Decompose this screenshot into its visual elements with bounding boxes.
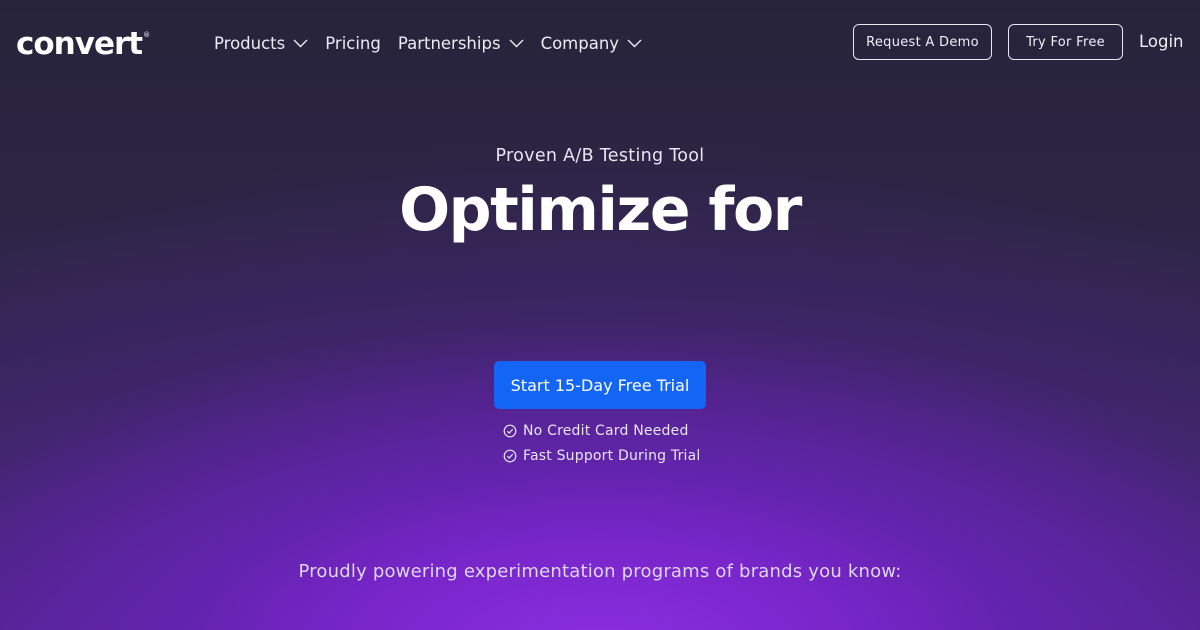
- chevron-down-icon: [627, 39, 642, 47]
- hero-headline: Optimize for: [399, 175, 802, 245]
- nav-pricing[interactable]: Pricing: [325, 34, 381, 53]
- nav-pricing-label: Pricing: [325, 33, 381, 53]
- main-menu: Products Pricing Partnerships Company: [214, 31, 659, 55]
- start-free-trial-button[interactable]: Start 15-Day Free Trial: [494, 361, 706, 409]
- nav-company-label: Company: [540, 33, 620, 53]
- perk-label: Fast Support During Trial: [523, 447, 701, 464]
- brands-tagline: Proudly powering experimentation program…: [298, 561, 902, 582]
- request-demo-button[interactable]: Request A Demo: [853, 24, 992, 60]
- check-circle-icon: [503, 449, 517, 462]
- registered-mark: ®: [143, 31, 151, 39]
- nav-company[interactable]: Company: [541, 34, 643, 53]
- chevron-down-icon: [509, 39, 524, 47]
- nav-products-label: Products: [214, 33, 286, 53]
- perk-item: Fast Support During Trial: [503, 443, 701, 468]
- hero-background: [0, 0, 1200, 630]
- try-for-free-button[interactable]: Try For Free: [1008, 24, 1123, 60]
- hero-eyebrow: Proven A/B Testing Tool: [495, 146, 705, 166]
- check-circle-icon: [503, 424, 517, 437]
- login-link[interactable]: Login: [1139, 32, 1184, 51]
- perk-item: No Credit Card Needed: [503, 418, 701, 443]
- nav-partnerships-label: Partnerships: [397, 33, 501, 53]
- nav-products[interactable]: Products: [214, 34, 308, 53]
- perk-label: No Credit Card Needed: [523, 422, 689, 439]
- nav-partnerships[interactable]: Partnerships: [398, 34, 524, 53]
- logo-wordmark: convert: [16, 26, 143, 62]
- chevron-down-icon: [293, 39, 308, 47]
- convert-logo[interactable]: convert ®: [16, 24, 150, 64]
- trial-perks: No Credit Card Needed Fast Support Durin…: [503, 418, 701, 468]
- top-navigation: convert ® Products Pricing Partnerships …: [0, 0, 1200, 86]
